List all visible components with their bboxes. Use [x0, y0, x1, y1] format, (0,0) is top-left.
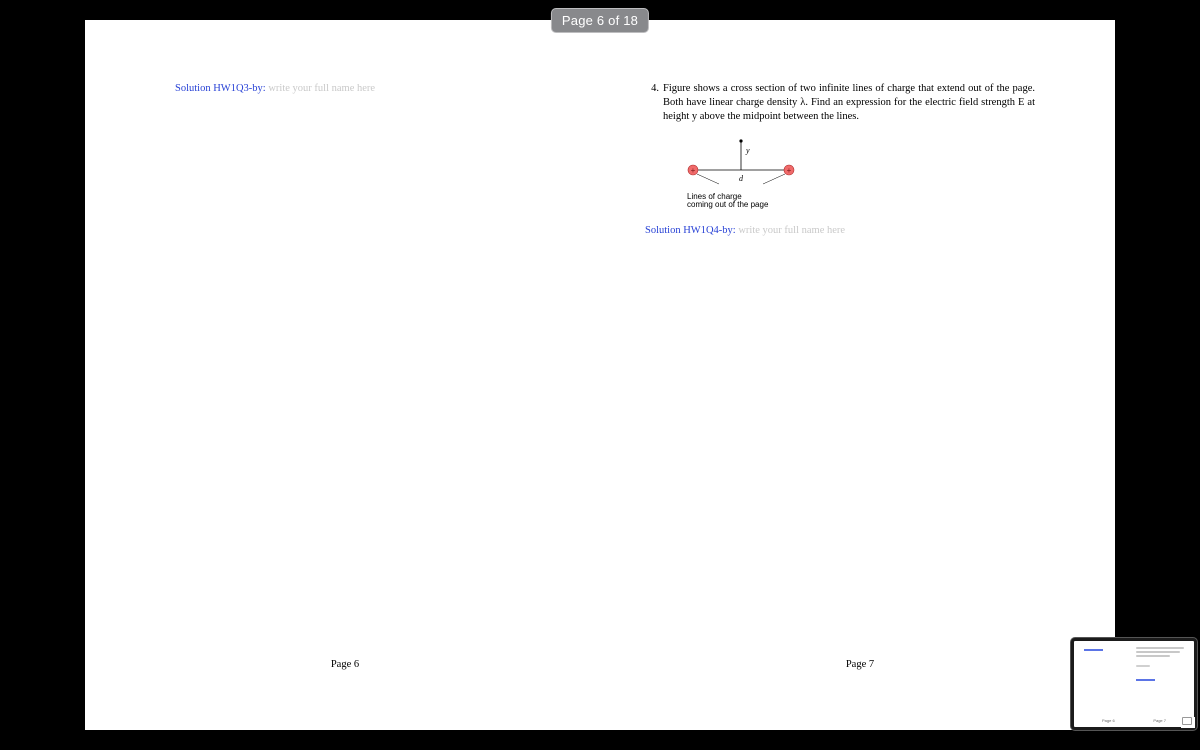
problem-text: Figure shows a cross section of two infi… — [663, 82, 1035, 238]
thumbnail-page-left — [1084, 647, 1132, 653]
figure-diagram: y + + d — [681, 137, 821, 185]
y-label: y — [745, 146, 750, 155]
plus-icon-right: + — [787, 166, 792, 175]
pdf-spread-viewer[interactable]: Solution HW1Q3-by: write your full name … — [85, 20, 1115, 730]
caption-line2: coming out of the page — [687, 200, 768, 209]
thumbnail-page-right — [1136, 647, 1184, 683]
solution-placeholder-left: write your full name here — [268, 83, 375, 94]
solution-label-right: Solution HW1Q4-by: — [645, 225, 736, 236]
solution-label-left: Solution HW1Q3-by: — [175, 83, 266, 94]
thumbnail-navigator[interactable]: Page 6 Page 7 — [1071, 638, 1197, 730]
page-indicator-hud: Page 6 of 18 — [551, 8, 649, 33]
problem-text-content: Figure shows a cross section of two infi… — [663, 83, 1035, 122]
thumbnail-content: Page 6 Page 7 — [1074, 641, 1194, 727]
solution-placeholder-right: write your full name here — [738, 225, 845, 236]
resize-handle-icon[interactable] — [1181, 717, 1195, 728]
thumbnail-foot-left: Page 6 — [1102, 718, 1115, 723]
page-indicator-text: Page 6 of 18 — [562, 13, 638, 28]
caption-line1: Lines of charge — [687, 192, 742, 201]
page-footer-left: Page 6 — [85, 659, 605, 670]
problem-4: 4. Figure shows a cross section of two i… — [645, 82, 1035, 238]
solution-header-right: Solution HW1Q4-by: write your full name … — [645, 224, 1035, 238]
d-label: d — [739, 174, 744, 183]
problem-number: 4. — [645, 82, 659, 238]
page-right: 4. Figure shows a cross section of two i… — [605, 20, 1115, 730]
figure-caption: Lines of charge coming out of the page — [687, 193, 1035, 211]
plus-icon-left: + — [691, 166, 696, 175]
solution-header-left: Solution HW1Q3-by: write your full name … — [175, 82, 565, 96]
thumbnail-foot-right: Page 7 — [1153, 718, 1166, 723]
page-footer-right: Page 7 — [605, 659, 1115, 670]
page-left: Solution HW1Q3-by: write your full name … — [85, 20, 605, 730]
